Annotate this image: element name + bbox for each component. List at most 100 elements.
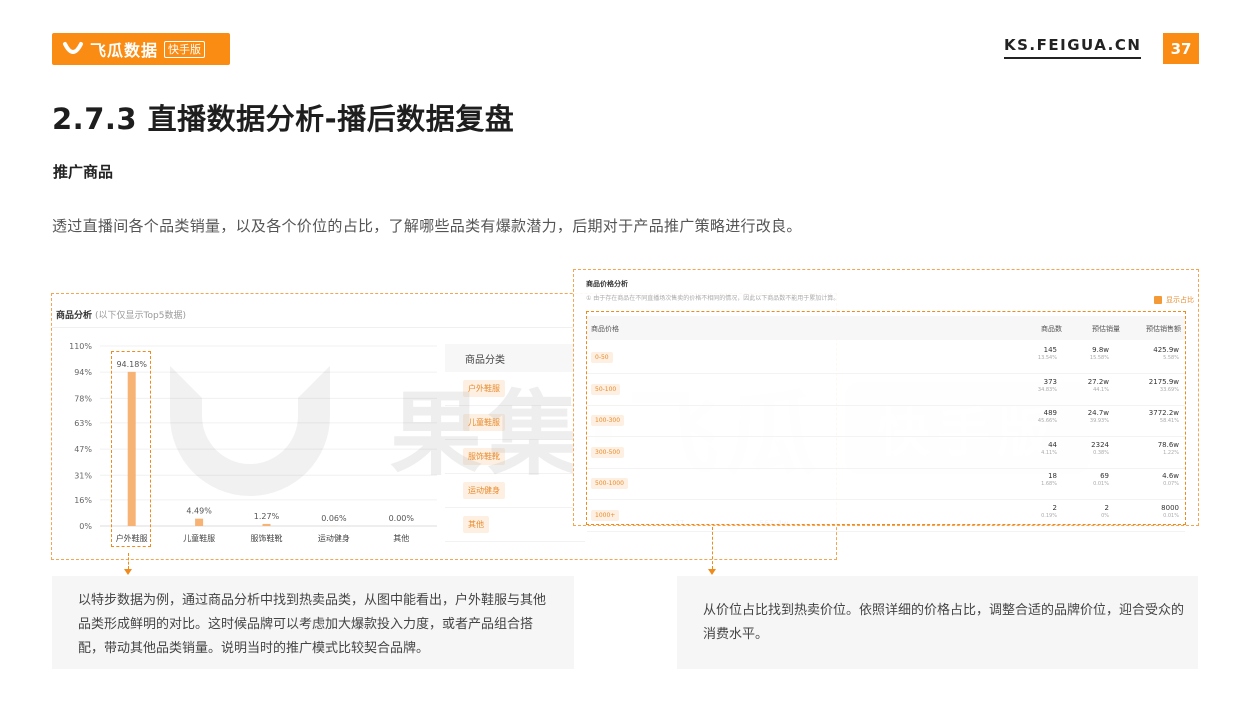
price-cell: 3772.2w 58.41%: [1149, 409, 1179, 424]
data-label: 0.06%: [321, 514, 347, 523]
y-tick-label: 47%: [74, 445, 92, 454]
cell-value: 8000: [1161, 503, 1179, 512]
price-row: 500-1000 18 1.68% 69 0.01% 4.6w 0.07%: [587, 468, 1185, 500]
bar: [262, 523, 271, 526]
price-table: 商品价格 商品数 预估销量 预估销售额 0-50 145 13.54% 9.8w 15.…: [586, 311, 1186, 532]
show-ratio-label: 显示占比: [1166, 296, 1194, 304]
price-cell: 145 13.54%: [1038, 346, 1057, 361]
price-cell: 373 34.83%: [1038, 378, 1057, 393]
price-table-header: 商品价格 商品数 预估销量 预估销售额: [587, 316, 1185, 340]
cell-percent: 0.07%: [1163, 481, 1179, 487]
cell-percent: 0.01%: [1093, 481, 1109, 487]
data-label: 1.27%: [254, 512, 280, 521]
cell-percent: 4.11%: [1041, 449, 1057, 456]
page-number: 37: [1163, 33, 1199, 64]
cell-value: 425.9w: [1153, 346, 1179, 354]
price-cell: 4.6w 0.07%: [1162, 472, 1179, 487]
y-tick-label: 63%: [74, 419, 92, 428]
cell-percent: 45.66%: [1037, 418, 1057, 424]
category-tag: 其他: [463, 516, 489, 533]
site-url[interactable]: KS.FEIGUA.CN: [1004, 36, 1142, 59]
price-range-tag: 0-50: [591, 352, 613, 363]
category-tag: 服饰鞋靴: [463, 448, 505, 465]
x-tick-label: 儿童鞋服: [183, 533, 215, 543]
cell-percent: 0.19%: [1041, 512, 1057, 519]
price-range-tag: 300-500: [591, 446, 625, 458]
price-cell: 18 1.68%: [1041, 472, 1057, 487]
cell-value: 44: [1048, 440, 1057, 449]
price-cell: 2324 0.38%: [1091, 441, 1109, 456]
feigua-logo-icon: [63, 42, 83, 54]
price-cell: 44 4.11%: [1041, 441, 1057, 456]
cell-value: 3772.2w: [1148, 409, 1179, 417]
cell-value: 69: [1100, 472, 1109, 480]
price-range-tag: 50-100: [591, 383, 621, 395]
price-analysis-title: 商品价格分析: [586, 280, 628, 288]
price-analysis-panel: 商品价格分析 ① 由于存在商品在不同直播场次售卖的价格不相同的情况，因此以下商品…: [573, 269, 1199, 532]
price-cell: 2 0%: [1101, 504, 1109, 519]
column-header: 商品数: [1041, 325, 1062, 333]
data-label: 4.49%: [186, 507, 212, 516]
checkbox-checked-icon[interactable]: [1154, 296, 1162, 304]
y-tick-label: 0%: [79, 522, 92, 531]
cell-percent: 1.68%: [1041, 481, 1057, 487]
price-cell: 489 45.66%: [1038, 409, 1057, 424]
price-row: 50-100 373 34.83% 27.2w 44.1% 2175.9w 33.69%: [587, 374, 1185, 406]
category-tag: 儿童鞋服: [463, 414, 505, 431]
arrow-down-icon: [124, 569, 132, 575]
price-cell: 78.6w 1.22%: [1158, 441, 1179, 456]
cell-percent: 0.38%: [1093, 449, 1109, 456]
cell-value: 145: [1043, 346, 1057, 354]
column-header: 预估销量: [1092, 325, 1120, 333]
category-row: 户外鞋服: [445, 372, 585, 406]
column-header: 预估销售额: [1146, 325, 1181, 333]
price-row: 300-500 44 4.11% 2324 0.38% 78.6w 1.22%: [587, 437, 1185, 469]
price-cell: 425.9w 5.58%: [1153, 346, 1179, 361]
cell-percent: 5.58%: [1163, 355, 1179, 361]
price-cell: 9.8w 15.58%: [1090, 346, 1109, 361]
category-tag: 户外鞋服: [463, 380, 505, 397]
cell-percent: 1.22%: [1163, 449, 1179, 456]
show-ratio-checkbox[interactable]: 显示占比: [1154, 295, 1194, 305]
price-cell: 2175.9w 33.69%: [1149, 378, 1179, 393]
connector-line: [712, 527, 713, 569]
cell-percent: 33.69%: [1159, 386, 1179, 393]
cell-percent: 39.93%: [1089, 418, 1109, 424]
price-range-tag: 500-1000: [591, 478, 628, 489]
price-analysis-note: ① 由于存在商品在不同直播场次售卖的价格不相同的情况，因此以下商品数不能用于累加…: [586, 295, 840, 302]
y-tick-label: 94%: [74, 368, 92, 377]
cell-value: 4.6w: [1162, 472, 1179, 480]
section-description: 透过直播间各个品类销量，以及各个价位的占比，了解哪些品类有爆款潜力，后期对于产品…: [52, 217, 802, 235]
right-note: 从价位占比找到热卖价位。依照详细的价格占比，调整合适的品牌价位，迎合受众的消费水…: [677, 576, 1198, 669]
price-row: 1000+ 2 0.19% 2 0% 8000 0.01%: [587, 500, 1185, 532]
cell-value: 2324: [1091, 440, 1109, 449]
price-range-tag: 1000+: [591, 509, 620, 521]
cell-percent: 15.58%: [1089, 355, 1109, 361]
top-bar-highlight: [111, 351, 151, 547]
y-tick-label: 16%: [74, 496, 92, 505]
price-row: 100-300 489 45.66% 24.7w 39.93% 3772.2w 58.41%: [587, 405, 1185, 437]
cell-percent: 13.54%: [1037, 355, 1057, 361]
logo-name: 飞瓜数据: [90, 41, 159, 60]
price-cell: 8000 0.01%: [1161, 504, 1179, 519]
column-header: 商品价格: [591, 325, 619, 333]
y-tick-label: 78%: [74, 394, 92, 403]
category-row: 其他: [445, 508, 585, 542]
section-subtitle: 推广商品: [53, 163, 114, 181]
left-note: 以特步数据为例，通过商品分析中找到热卖品类，从图中能看出，户外鞋服与其他品类形成…: [52, 576, 574, 669]
feigua-logo: 飞瓜数据 快手版: [52, 33, 230, 65]
cell-value: 2: [1104, 503, 1109, 512]
price-cell: 2 0.19%: [1041, 504, 1057, 519]
cell-value: 489: [1043, 409, 1057, 417]
cell-value: 24.7w: [1087, 409, 1109, 417]
x-tick-label: 运动健身: [318, 533, 350, 543]
category-row: 运动健身: [445, 474, 585, 508]
price-cell: 69 0.01%: [1093, 472, 1109, 487]
data-label: 0.00%: [389, 514, 415, 523]
cell-value: 2175.9w: [1148, 377, 1179, 386]
category-tag: 运动健身: [463, 482, 505, 499]
x-tick-label: 服饰鞋靴: [251, 533, 283, 543]
price-row: 0-50 145 13.54% 9.8w 15.58% 425.9w 5.58%: [587, 342, 1185, 374]
cell-value: 9.8w: [1092, 346, 1109, 354]
cell-value: 78.6w: [1157, 440, 1179, 449]
